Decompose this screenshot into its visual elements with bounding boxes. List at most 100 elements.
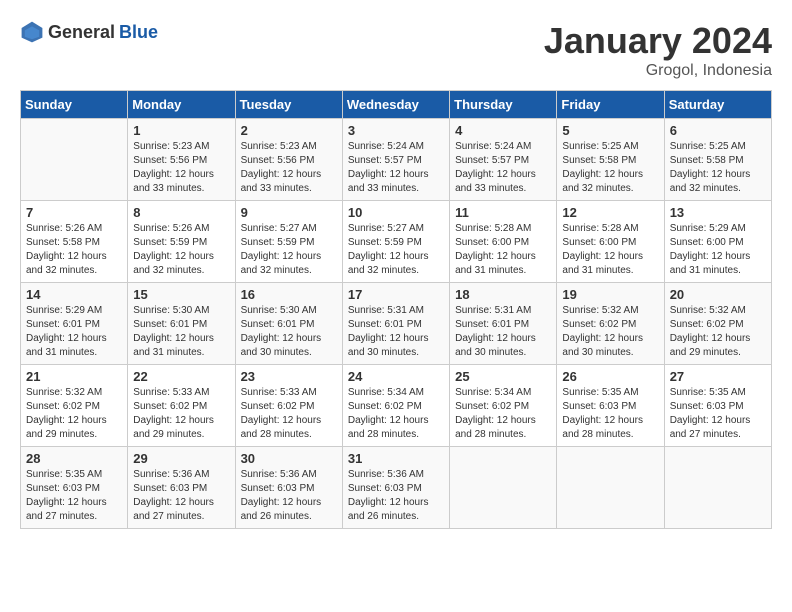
cell-info: Sunrise: 5:29 AM Sunset: 6:00 PM Dayligh…: [670, 222, 766, 278]
calendar-cell: 7 Sunrise: 5:26 AM Sunset: 5:58 PM Dayli…: [21, 201, 128, 283]
cell-info: Sunrise: 5:28 AM Sunset: 6:00 PM Dayligh…: [562, 222, 658, 278]
location-title: Grogol, Indonesia: [544, 62, 772, 80]
calendar-cell: 21 Sunrise: 5:32 AM Sunset: 6:02 PM Dayl…: [21, 365, 128, 447]
weekday-header-row: SundayMondayTuesdayWednesdayThursdayFrid…: [21, 91, 772, 119]
day-number: 17: [348, 287, 444, 302]
day-number: 15: [133, 287, 229, 302]
cell-info: Sunrise: 5:33 AM Sunset: 6:02 PM Dayligh…: [133, 386, 229, 442]
calendar-cell: 29 Sunrise: 5:36 AM Sunset: 6:03 PM Dayl…: [128, 447, 235, 529]
calendar-cell: 2 Sunrise: 5:23 AM Sunset: 5:56 PM Dayli…: [235, 119, 342, 201]
cell-info: Sunrise: 5:29 AM Sunset: 6:01 PM Dayligh…: [26, 304, 122, 360]
cell-info: Sunrise: 5:35 AM Sunset: 6:03 PM Dayligh…: [562, 386, 658, 442]
calendar-week-row: 7 Sunrise: 5:26 AM Sunset: 5:58 PM Dayli…: [21, 201, 772, 283]
day-number: 20: [670, 287, 766, 302]
calendar-cell: [21, 119, 128, 201]
calendar-table: SundayMondayTuesdayWednesdayThursdayFrid…: [20, 90, 772, 529]
cell-info: Sunrise: 5:25 AM Sunset: 5:58 PM Dayligh…: [562, 140, 658, 196]
calendar-cell: 19 Sunrise: 5:32 AM Sunset: 6:02 PM Dayl…: [557, 283, 664, 365]
day-number: 7: [26, 205, 122, 220]
cell-info: Sunrise: 5:31 AM Sunset: 6:01 PM Dayligh…: [455, 304, 551, 360]
cell-info: Sunrise: 5:32 AM Sunset: 6:02 PM Dayligh…: [26, 386, 122, 442]
calendar-cell: 30 Sunrise: 5:36 AM Sunset: 6:03 PM Dayl…: [235, 447, 342, 529]
cell-info: Sunrise: 5:30 AM Sunset: 6:01 PM Dayligh…: [133, 304, 229, 360]
cell-info: Sunrise: 5:24 AM Sunset: 5:57 PM Dayligh…: [455, 140, 551, 196]
calendar-cell: 24 Sunrise: 5:34 AM Sunset: 6:02 PM Dayl…: [342, 365, 449, 447]
day-number: 16: [241, 287, 337, 302]
cell-info: Sunrise: 5:35 AM Sunset: 6:03 PM Dayligh…: [670, 386, 766, 442]
calendar-cell: 12 Sunrise: 5:28 AM Sunset: 6:00 PM Dayl…: [557, 201, 664, 283]
calendar-cell: 9 Sunrise: 5:27 AM Sunset: 5:59 PM Dayli…: [235, 201, 342, 283]
calendar-cell: 6 Sunrise: 5:25 AM Sunset: 5:58 PM Dayli…: [664, 119, 771, 201]
day-number: 10: [348, 205, 444, 220]
weekday-header-friday: Friday: [557, 91, 664, 119]
day-number: 25: [455, 369, 551, 384]
logo: GeneralBlue: [20, 20, 158, 44]
day-number: 5: [562, 123, 658, 138]
day-number: 13: [670, 205, 766, 220]
calendar-cell: 3 Sunrise: 5:24 AM Sunset: 5:57 PM Dayli…: [342, 119, 449, 201]
calendar-week-row: 14 Sunrise: 5:29 AM Sunset: 6:01 PM Dayl…: [21, 283, 772, 365]
cell-info: Sunrise: 5:36 AM Sunset: 6:03 PM Dayligh…: [348, 468, 444, 524]
calendar-cell: 28 Sunrise: 5:35 AM Sunset: 6:03 PM Dayl…: [21, 447, 128, 529]
day-number: 4: [455, 123, 551, 138]
cell-info: Sunrise: 5:27 AM Sunset: 5:59 PM Dayligh…: [241, 222, 337, 278]
cell-info: Sunrise: 5:28 AM Sunset: 6:00 PM Dayligh…: [455, 222, 551, 278]
weekday-header-monday: Monday: [128, 91, 235, 119]
calendar-cell: 13 Sunrise: 5:29 AM Sunset: 6:00 PM Dayl…: [664, 201, 771, 283]
day-number: 8: [133, 205, 229, 220]
calendar-cell: 27 Sunrise: 5:35 AM Sunset: 6:03 PM Dayl…: [664, 365, 771, 447]
day-number: 26: [562, 369, 658, 384]
calendar-cell: 14 Sunrise: 5:29 AM Sunset: 6:01 PM Dayl…: [21, 283, 128, 365]
cell-info: Sunrise: 5:26 AM Sunset: 5:59 PM Dayligh…: [133, 222, 229, 278]
day-number: 3: [348, 123, 444, 138]
day-number: 14: [26, 287, 122, 302]
cell-info: Sunrise: 5:25 AM Sunset: 5:58 PM Dayligh…: [670, 140, 766, 196]
day-number: 18: [455, 287, 551, 302]
calendar-cell: 15 Sunrise: 5:30 AM Sunset: 6:01 PM Dayl…: [128, 283, 235, 365]
calendar-cell: 16 Sunrise: 5:30 AM Sunset: 6:01 PM Dayl…: [235, 283, 342, 365]
calendar-cell: 23 Sunrise: 5:33 AM Sunset: 6:02 PM Dayl…: [235, 365, 342, 447]
day-number: 30: [241, 451, 337, 466]
cell-info: Sunrise: 5:34 AM Sunset: 6:02 PM Dayligh…: [348, 386, 444, 442]
calendar-cell: 18 Sunrise: 5:31 AM Sunset: 6:01 PM Dayl…: [450, 283, 557, 365]
cell-info: Sunrise: 5:36 AM Sunset: 6:03 PM Dayligh…: [133, 468, 229, 524]
cell-info: Sunrise: 5:32 AM Sunset: 6:02 PM Dayligh…: [670, 304, 766, 360]
calendar-week-row: 21 Sunrise: 5:32 AM Sunset: 6:02 PM Dayl…: [21, 365, 772, 447]
day-number: 11: [455, 205, 551, 220]
page-header: GeneralBlue January 2024 Grogol, Indones…: [20, 20, 772, 80]
day-number: 1: [133, 123, 229, 138]
logo-text-blue: Blue: [119, 22, 158, 43]
day-number: 22: [133, 369, 229, 384]
cell-info: Sunrise: 5:27 AM Sunset: 5:59 PM Dayligh…: [348, 222, 444, 278]
day-number: 23: [241, 369, 337, 384]
weekday-header-tuesday: Tuesday: [235, 91, 342, 119]
calendar-cell: 1 Sunrise: 5:23 AM Sunset: 5:56 PM Dayli…: [128, 119, 235, 201]
day-number: 9: [241, 205, 337, 220]
cell-info: Sunrise: 5:26 AM Sunset: 5:58 PM Dayligh…: [26, 222, 122, 278]
weekday-header-wednesday: Wednesday: [342, 91, 449, 119]
calendar-cell: 20 Sunrise: 5:32 AM Sunset: 6:02 PM Dayl…: [664, 283, 771, 365]
cell-info: Sunrise: 5:35 AM Sunset: 6:03 PM Dayligh…: [26, 468, 122, 524]
calendar-cell: 22 Sunrise: 5:33 AM Sunset: 6:02 PM Dayl…: [128, 365, 235, 447]
weekday-header-saturday: Saturday: [664, 91, 771, 119]
day-number: 6: [670, 123, 766, 138]
day-number: 24: [348, 369, 444, 384]
day-number: 29: [133, 451, 229, 466]
calendar-cell: 8 Sunrise: 5:26 AM Sunset: 5:59 PM Dayli…: [128, 201, 235, 283]
cell-info: Sunrise: 5:33 AM Sunset: 6:02 PM Dayligh…: [241, 386, 337, 442]
cell-info: Sunrise: 5:30 AM Sunset: 6:01 PM Dayligh…: [241, 304, 337, 360]
day-number: 31: [348, 451, 444, 466]
calendar-cell: 10 Sunrise: 5:27 AM Sunset: 5:59 PM Dayl…: [342, 201, 449, 283]
calendar-week-row: 28 Sunrise: 5:35 AM Sunset: 6:03 PM Dayl…: [21, 447, 772, 529]
day-number: 28: [26, 451, 122, 466]
cell-info: Sunrise: 5:23 AM Sunset: 5:56 PM Dayligh…: [133, 140, 229, 196]
weekday-header-sunday: Sunday: [21, 91, 128, 119]
calendar-cell: 17 Sunrise: 5:31 AM Sunset: 6:01 PM Dayl…: [342, 283, 449, 365]
day-number: 21: [26, 369, 122, 384]
cell-info: Sunrise: 5:32 AM Sunset: 6:02 PM Dayligh…: [562, 304, 658, 360]
calendar-cell: [664, 447, 771, 529]
cell-info: Sunrise: 5:34 AM Sunset: 6:02 PM Dayligh…: [455, 386, 551, 442]
calendar-cell: 26 Sunrise: 5:35 AM Sunset: 6:03 PM Dayl…: [557, 365, 664, 447]
calendar-cell: 25 Sunrise: 5:34 AM Sunset: 6:02 PM Dayl…: [450, 365, 557, 447]
day-number: 19: [562, 287, 658, 302]
